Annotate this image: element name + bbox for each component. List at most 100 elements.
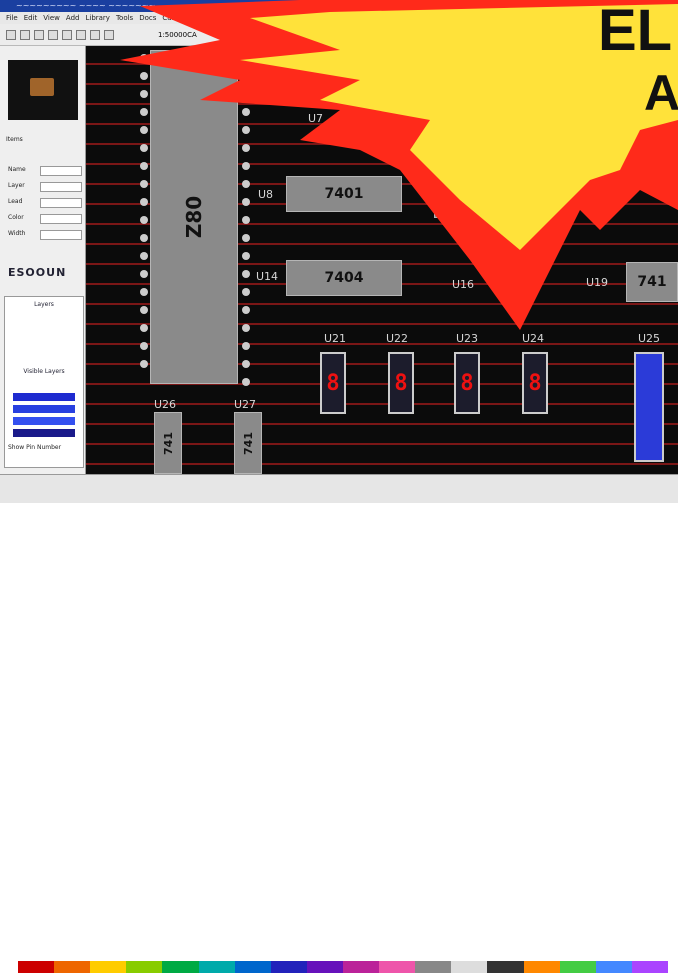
rotate-icon[interactable] bbox=[104, 29, 114, 40]
palette-swatch[interactable] bbox=[270, 961, 307, 973]
status-bar bbox=[0, 474, 678, 973]
designator-u15: U15 bbox=[452, 226, 475, 239]
palette-swatch[interactable] bbox=[487, 961, 524, 973]
palette-swatch[interactable] bbox=[90, 961, 127, 973]
prop-layer-label: Layer bbox=[8, 182, 25, 189]
palette-swatch[interactable] bbox=[631, 961, 668, 973]
prop-color-label: Color bbox=[8, 214, 24, 221]
new-icon[interactable] bbox=[6, 29, 16, 40]
color-palette bbox=[18, 961, 668, 973]
prop-lead-field[interactable] bbox=[40, 198, 82, 208]
prop-name-field[interactable] bbox=[40, 166, 82, 176]
palette-swatch[interactable] bbox=[595, 961, 632, 973]
layer-swatch[interactable] bbox=[13, 429, 75, 437]
board-preview[interactable] bbox=[8, 60, 78, 120]
seven-segment-display[interactable]: 8 bbox=[320, 352, 346, 414]
menu-library[interactable]: Library bbox=[85, 12, 109, 24]
menu-docs[interactable]: Docs bbox=[139, 12, 156, 24]
open-icon[interactable] bbox=[20, 29, 30, 40]
chip-741-u27-label: 741 bbox=[241, 431, 255, 455]
zoom-out-icon[interactable] bbox=[62, 29, 72, 40]
designator-u25: U25 bbox=[638, 332, 661, 345]
chip-z80[interactable]: Z80 bbox=[150, 50, 238, 384]
chip-7401[interactable]: 7401 bbox=[286, 176, 402, 212]
zoom-readout: 1:50000CA bbox=[158, 30, 197, 39]
menu-help[interactable]: Help bbox=[217, 12, 233, 24]
connector-u25[interactable] bbox=[634, 352, 664, 462]
seven-segment-display[interactable]: 8 bbox=[454, 352, 480, 414]
toolbar: 1:50000CA bbox=[0, 24, 678, 46]
visible-layers-header: Visible Layers bbox=[23, 368, 65, 375]
menu-tools[interactable]: Tools bbox=[116, 12, 133, 24]
chip-7404-label: 7404 bbox=[324, 270, 364, 286]
banner-title-big: EL bbox=[598, 0, 673, 63]
prop-color-field[interactable] bbox=[40, 214, 82, 224]
layer-swatch[interactable] bbox=[13, 405, 75, 413]
window-title-bar: ~~~~~~~~~ ~~~~ ~~~~~~~ bbox=[0, 0, 678, 12]
chip-741-u27[interactable]: 741 bbox=[234, 412, 262, 474]
move-icon[interactable] bbox=[90, 29, 100, 40]
chip-741-u26[interactable]: 741 bbox=[154, 412, 182, 474]
tab-items[interactable]: Items bbox=[6, 136, 23, 148]
pcb-canvas[interactable]: Z80 7401 7404 741 741 741 U7 U8 U14 U15 … bbox=[86, 46, 678, 474]
palette-swatch[interactable] bbox=[559, 961, 596, 973]
chip-z80-label: Z80 bbox=[182, 195, 206, 239]
menu-window[interactable]: Window bbox=[183, 12, 211, 24]
menu-add[interactable]: Add bbox=[66, 12, 80, 24]
palette-swatch[interactable] bbox=[415, 961, 452, 973]
designator-u14: U14 bbox=[256, 270, 279, 283]
palette-swatch[interactable] bbox=[126, 961, 163, 973]
designator-u22: U22 bbox=[386, 332, 409, 345]
designator-u26: U26 bbox=[154, 398, 177, 411]
menu-bar: File Edit View Add Library Tools Docs Ca… bbox=[0, 12, 678, 24]
zoom-in-icon[interactable] bbox=[48, 29, 58, 40]
prop-width-label: Width bbox=[8, 230, 26, 237]
menu-file[interactable]: File bbox=[6, 12, 18, 24]
designator-u1: U1 bbox=[518, 152, 534, 165]
chip-7404[interactable]: 7404 bbox=[286, 260, 402, 296]
chip-741-right[interactable]: 741 bbox=[626, 262, 678, 302]
palette-swatch[interactable] bbox=[306, 961, 343, 973]
toolbar-big-label: ESOOUN bbox=[8, 266, 67, 279]
prop-layer-field[interactable] bbox=[40, 182, 82, 192]
palette-swatch[interactable] bbox=[234, 961, 271, 973]
designator-u21: U21 bbox=[324, 332, 347, 345]
seven-segment-display[interactable]: 8 bbox=[522, 352, 548, 414]
designator-u7: U7 bbox=[308, 112, 324, 125]
seven-segment-display[interactable]: 8 bbox=[388, 352, 414, 414]
palette-swatch[interactable] bbox=[162, 961, 199, 973]
prop-lead-label: Lead bbox=[8, 198, 23, 205]
palette-swatch[interactable] bbox=[342, 961, 380, 973]
designator-u24: U24 bbox=[522, 332, 545, 345]
select-icon[interactable] bbox=[76, 29, 86, 40]
palette-swatch[interactable] bbox=[18, 961, 55, 973]
menu-calc[interactable]: Calc bbox=[162, 12, 177, 24]
chip-u1[interactable] bbox=[434, 154, 478, 218]
menu-view[interactable]: View bbox=[43, 12, 60, 24]
layer-swatch[interactable] bbox=[13, 417, 75, 425]
designator-u16: U16 bbox=[452, 278, 475, 291]
banner-title-small: A bbox=[644, 65, 678, 121]
designator-u8: U8 bbox=[258, 188, 274, 201]
window-title: ~~~~~~~~~ ~~~~ ~~~~~~~ bbox=[16, 1, 156, 10]
designator-u23: U23 bbox=[456, 332, 479, 345]
prop-name-label: Name bbox=[8, 166, 26, 173]
palette-swatch[interactable] bbox=[451, 961, 488, 973]
designator-u27: U27 bbox=[234, 398, 257, 411]
palette-swatch[interactable] bbox=[198, 961, 235, 973]
menu-edit[interactable]: Edit bbox=[24, 12, 38, 24]
chip-741-right-label: 741 bbox=[637, 274, 667, 290]
properties-panel: Items Name Layer Lead Color Width ESOOUN… bbox=[0, 46, 86, 474]
layers-panel: Layers Visible Layers bbox=[4, 296, 84, 468]
palette-swatch[interactable] bbox=[523, 961, 560, 973]
palette-swatch[interactable] bbox=[379, 961, 416, 973]
layer-swatch[interactable] bbox=[13, 393, 75, 401]
chip-741-u26-label: 741 bbox=[161, 431, 175, 455]
show-pin-label[interactable]: Show Pin Number bbox=[8, 444, 61, 451]
save-icon[interactable] bbox=[34, 29, 44, 40]
layers-header: Layers bbox=[34, 301, 54, 308]
chip-icon bbox=[30, 78, 54, 96]
palette-swatch[interactable] bbox=[54, 961, 91, 973]
chip-7401-label: 7401 bbox=[324, 186, 364, 202]
prop-width-field[interactable] bbox=[40, 230, 82, 240]
